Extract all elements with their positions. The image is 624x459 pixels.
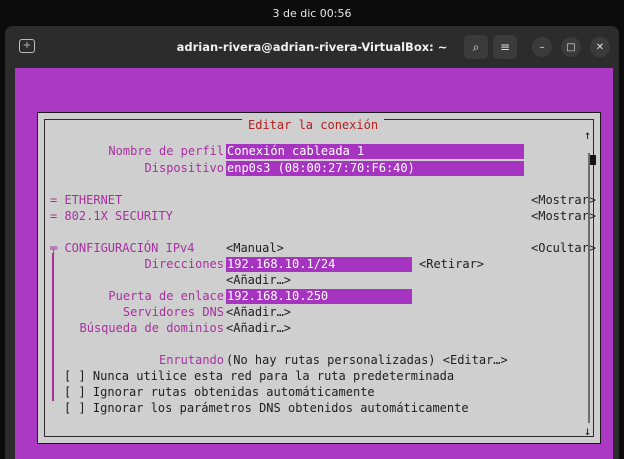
routing-edit-button[interactable]: (No hay rutas personalizadas) <Editar…>: [226, 352, 508, 368]
device-label: Dispositivo: [144, 161, 224, 175]
close-icon[interactable]: ✕: [590, 37, 610, 57]
never-default-route-checkbox[interactable]: [ ] Nunca utilice esta red para la ruta …: [64, 368, 454, 384]
add-dns-button[interactable]: <Añadir…>: [226, 304, 291, 320]
add-address-button[interactable]: <Añadir…>: [226, 272, 291, 288]
ignore-auto-routes-checkbox[interactable]: [ ] Ignorar rutas obtenidas automáticame…: [64, 384, 375, 400]
scroll-track[interactable]: [588, 153, 596, 423]
terminal-area[interactable]: Editar la conexión Nombre de perfil Cone…: [15, 68, 613, 459]
clock[interactable]: 3 de dic 00:56: [272, 7, 351, 20]
profile-name-label: Nombre de perfil: [108, 144, 224, 158]
dns-label: Servidores DNS: [122, 305, 224, 319]
routing-label: Enrutando: [158, 353, 224, 367]
device-input[interactable]: enp0s3 (08:00:27:70:F6:40): [226, 161, 524, 176]
gateway-label: Puerta de enlace: [108, 289, 224, 303]
dialog-scrollbar[interactable]: ↑ ↓: [584, 127, 596, 438]
address-input[interactable]: 192.168.10.1/24: [226, 257, 412, 272]
security-section: = 802.1X SECURITY: [50, 209, 173, 223]
profile-name-input[interactable]: Conexión cableada 1: [226, 144, 524, 159]
ignore-auto-dns-checkbox[interactable]: [ ] Ignorar los parámetros DNS obtenidos…: [64, 400, 469, 416]
terminal-window: + adrian-rivera@adrian-rivera-VirtualBox…: [5, 26, 619, 459]
ethernet-section: = ETHERNET: [50, 193, 123, 207]
gateway-input[interactable]: 192.168.10.250: [226, 289, 412, 304]
search-icon[interactable]: ⌕: [464, 35, 488, 59]
menu-icon[interactable]: ≡: [493, 35, 517, 59]
window-titlebar: + adrian-rivera@adrian-rivera-VirtualBox…: [5, 26, 619, 68]
addresses-label: Direcciones: [144, 257, 224, 271]
remove-address-button[interactable]: <Retirar>: [419, 256, 484, 272]
edit-connection-dialog: Editar la conexión Nombre de perfil Cone…: [37, 112, 601, 444]
maximize-icon[interactable]: □: [561, 37, 581, 57]
scroll-up-arrow[interactable]: ↑: [584, 127, 591, 143]
window-title: adrian-rivera@adrian-rivera-VirtualBox: …: [176, 40, 448, 54]
minimize-icon[interactable]: –: [532, 37, 552, 57]
add-search-domain-button[interactable]: <Añadir…>: [226, 320, 291, 336]
system-top-bar: 3 de dic 00:56: [0, 0, 624, 26]
ipv4-method-select[interactable]: <Manual>: [226, 240, 284, 256]
scroll-thumb[interactable]: [590, 155, 596, 165]
ipv4-section: ╤ CONFIGURACIÓN IPv4: [50, 241, 195, 255]
scroll-down-arrow[interactable]: ↓: [584, 423, 591, 439]
dialog-title: Editar la conexión: [242, 118, 385, 132]
search-domains-label: Búsqueda de dominios: [79, 321, 225, 335]
